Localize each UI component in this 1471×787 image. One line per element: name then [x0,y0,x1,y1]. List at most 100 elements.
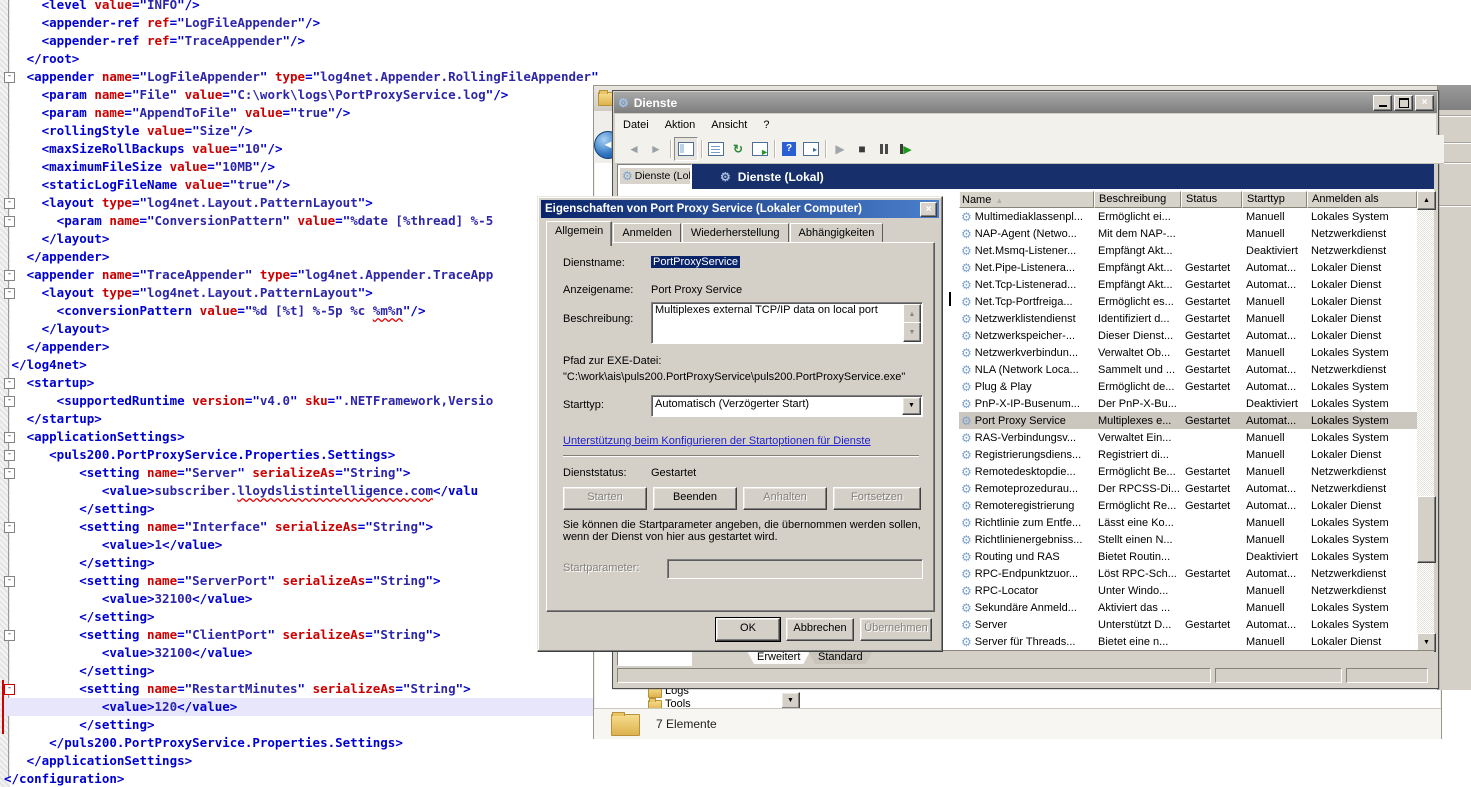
beenden-button[interactable]: Beenden [653,487,737,510]
code-line[interactable]: </applicationSettings> [4,752,598,770]
show-console-tree-icon[interactable] [674,137,698,161]
tab-erweitert[interactable]: Erweitert [747,651,810,664]
code-line[interactable]: <appender name="LogFileAppender" type="l… [4,68,598,86]
code-line[interactable]: <staticLogFileName value="true"/> [4,176,598,194]
dienstname-value[interactable]: PortProxyService [651,256,740,268]
scroll-down-icon[interactable]: ▼ [903,322,921,342]
table-row[interactable]: ⚙NLA (Network Loca...Sammelt und ...Gest… [959,361,1417,378]
maximize-button[interactable] [1394,95,1413,111]
menu-aktion[interactable]: Aktion [657,117,704,133]
table-row[interactable]: ⚙RemoteregistrierungErmöglicht Re...Gest… [959,497,1417,514]
code-line[interactable]: </setting> [4,500,598,518]
column-starttyp[interactable]: Starttyp [1242,191,1307,208]
table-header[interactable]: Name▲ Beschreibung Status Starttyp Anmel… [959,191,1417,208]
column-status[interactable]: Status [1181,191,1242,208]
fortsetzen-button[interactable]: Fortsetzen [833,487,921,510]
code-line[interactable]: </setting> [4,716,598,734]
toolbar[interactable]: ◄ ► ↻ ► ? ▸ ▶ ■ ▶ [615,135,1444,164]
code-line[interactable]: </appender> [4,248,598,266]
fold-toggle-icon[interactable]: - [4,378,15,389]
menu-ansicht[interactable]: Ansicht [703,117,755,133]
back-icon[interactable]: ◄ [623,138,645,160]
fold-toggle-icon[interactable]: - [4,198,15,209]
refresh-icon[interactable]: ↻ [727,138,749,160]
table-row[interactable]: ⚙Plug & PlayErmöglicht de...GestartetAut… [959,378,1417,395]
fold-toggle-icon[interactable]: - [4,72,15,83]
starttyp-select[interactable]: Automatisch (Verzögerter Start) ▼ [651,395,923,417]
column-name[interactable]: Name▲ [959,191,1094,208]
scrollbar-thumb[interactable] [1417,496,1436,563]
table-row[interactable]: ⚙Remotedesktopdie...Ermöglicht Be...Gest… [959,463,1417,480]
services-table-body[interactable]: ⚙Multimediaklassenpl...Ermöglicht ei...M… [959,208,1417,650]
code-line[interactable]: <param name="ConversionPattern" value="%… [4,212,598,230]
code-line[interactable]: <maxSizeRollBackups value="10"/> [4,140,598,158]
dialog-tabs[interactable]: Allgemein Anmelden Wiederherstellung Abh… [546,223,884,243]
code-line[interactable]: <param name="File" value="C:\work\logs\P… [4,86,598,104]
column-anmelden-als[interactable]: Anmelden als [1307,191,1417,208]
scroll-up-icon[interactable]: ▲ [1417,191,1436,210]
pause-service-icon[interactable] [873,138,895,160]
fold-toggle-icon[interactable]: - [4,450,15,461]
uebernehmen-button[interactable]: Übernehmen [860,618,932,641]
fold-toggle-icon[interactable]: - [4,522,15,533]
close-button[interactable]: × [1415,95,1434,111]
table-row[interactable]: ⚙Net.Pipe-Listenera...Empfängt Akt...Ges… [959,259,1417,276]
table-row[interactable]: ⚙Netzwerkverbindun...Verwaltet Ob...Gest… [959,344,1417,361]
code-line[interactable]: <value>subscriber.lloydslistintelligence… [4,482,598,500]
code-line[interactable]: <param name="AppendToFile" value="true"/… [4,104,598,122]
fold-toggle-icon[interactable]: - [4,288,15,299]
restart-service-icon[interactable]: ▶ [895,138,917,160]
fold-toggle-icon[interactable]: - [4,468,15,479]
services-table[interactable]: Name▲ Beschreibung Status Starttyp Anmel… [959,191,1417,650]
column-beschreibung[interactable]: Beschreibung [1094,191,1181,208]
beschreibung-field[interactable]: Multiplexes external TCP/IP data on loca… [651,302,923,344]
close-icon[interactable]: × [920,202,937,217]
code-line[interactable]: <conversionPattern value="%d [%t] %-5p %… [4,302,598,320]
code-line[interactable]: <layout type="log4net.Layout.PatternLayo… [4,284,598,302]
code-line[interactable]: </setting> [4,554,598,572]
code-line[interactable]: <value>32100</value> [4,644,598,662]
help-icon[interactable]: ? [778,138,800,160]
table-row[interactable]: ⚙RAS-Verbindungsv...Verwaltet Ein...Manu… [959,429,1417,446]
table-row[interactable]: ⚙PnP-X-IP-Busenum...Der PnP-X-Bu...Deakt… [959,395,1417,412]
code-line[interactable]: <layout type="log4net.Layout.PatternLayo… [4,194,598,212]
fold-toggle-icon[interactable]: - [4,432,15,443]
menu-datei[interactable]: Datei [615,117,657,133]
chevron-down-icon[interactable]: ▼ [781,692,800,709]
code-line[interactable]: </puls200.PortProxyService.Properties.Se… [4,734,598,752]
code-line[interactable]: <appender-ref ref="TraceAppender"/> [4,32,598,50]
code-line[interactable]: <value>120</value> [4,698,594,716]
code-line[interactable]: <value>32100</value> [4,590,598,608]
code-line[interactable]: <value>1</value> [4,536,598,554]
code-lines[interactable]: <level value="INFO"/> <appender-ref ref=… [4,0,598,787]
fold-toggle-icon[interactable]: - [4,576,15,587]
code-line[interactable]: <setting name="Interface" serializeAs="S… [4,518,598,536]
code-line[interactable]: </appender> [4,338,598,356]
table-row[interactable]: ⚙RPC-LocatorUnter Windo...ManuellNetzwer… [959,582,1417,599]
code-line[interactable]: </startup> [4,410,598,428]
tab-allgemein[interactable]: Allgemein [546,221,612,246]
stop-service-icon[interactable]: ■ [851,138,873,160]
properties-icon[interactable] [705,138,727,160]
starten-button[interactable]: Starten [563,487,647,510]
properties-dialog[interactable]: Eigenschaften von Port Proxy Service (Lo… [537,196,943,652]
table-row[interactable]: ⚙Net.Tcp-Listenerad...Empfängt Akt...Ges… [959,276,1417,293]
startoptions-help-link[interactable]: Unterstützung beim Konfigurieren der Sta… [563,435,871,447]
table-scrollbar[interactable]: ▲ ▼ [1417,191,1434,650]
table-row[interactable]: ⚙Sekundäre Anmeld...Aktiviert das ...Man… [959,599,1417,616]
table-row[interactable]: ⚙Multimediaklassenpl...Ermöglicht ei...M… [959,208,1417,225]
code-line[interactable]: </layout> [4,230,598,248]
code-line[interactable]: <appender name="TraceAppender" type="log… [4,266,598,284]
scroll-up-icon[interactable]: ▲ [903,304,921,324]
chevron-down-icon[interactable]: ▼ [902,397,921,415]
services-titlebar[interactable]: ⚙ Dienste × [614,92,1437,113]
code-line[interactable]: </root> [4,50,598,68]
table-row[interactable]: ⚙NAP-Agent (Netwo...Mit dem NAP-...Manue… [959,225,1417,242]
menubar[interactable]: Datei Aktion Ansicht ? [615,114,1436,136]
code-line[interactable]: </setting> [4,608,598,626]
table-row[interactable]: ⚙NetzwerklistendienstIdentifiziert d...G… [959,310,1417,327]
code-line[interactable]: <level value="INFO"/> [4,0,598,14]
anhalten-button[interactable]: Anhalten [743,487,827,510]
code-line[interactable]: <puls200.PortProxyService.Properties.Set… [4,446,598,464]
code-line[interactable]: </layout> [4,320,598,338]
